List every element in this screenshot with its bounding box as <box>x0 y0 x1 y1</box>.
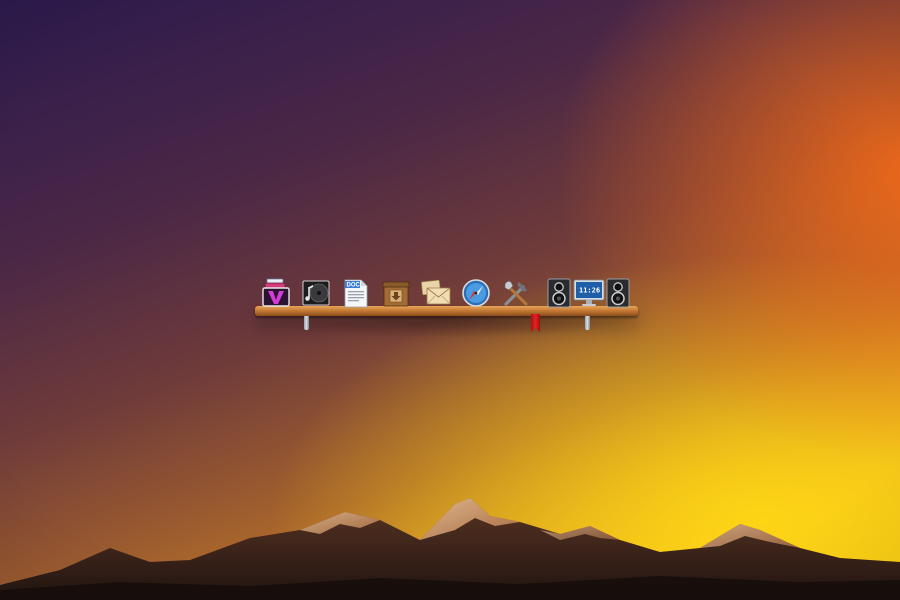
mail-icon[interactable] <box>421 278 451 308</box>
monitor-clock-icon[interactable]: 11:26 <box>573 278 605 308</box>
shelf-shadow <box>270 316 630 352</box>
desktop: DOC 11:26 <box>0 0 900 600</box>
music-icon[interactable] <box>301 278 331 308</box>
document-icon[interactable]: DOC <box>341 278 371 308</box>
download-box-icon[interactable] <box>381 278 411 308</box>
speaker-icon[interactable] <box>544 278 574 308</box>
shelf-bracket-right <box>585 316 590 330</box>
document-label: DOC <box>347 283 361 289</box>
clock-time: 11:26 <box>579 287 600 295</box>
mountain-range <box>0 498 900 600</box>
photo-stack-icon[interactable] <box>261 278 291 308</box>
speaker-icon[interactable] <box>603 278 633 308</box>
compass-icon[interactable] <box>461 278 491 308</box>
tools-icon[interactable] <box>501 278 531 308</box>
shelf-bracket-left <box>304 316 309 330</box>
